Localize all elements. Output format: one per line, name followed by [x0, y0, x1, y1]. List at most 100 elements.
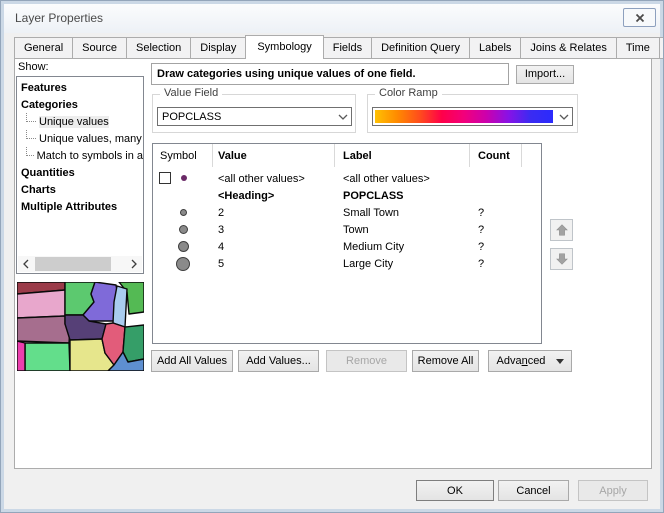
move-up-button[interactable]	[550, 219, 573, 241]
value-cell: <Heading>	[218, 187, 274, 204]
column-header-value[interactable]: Value	[213, 144, 335, 167]
all-other-values-checkbox[interactable]	[159, 172, 171, 184]
map-region	[123, 325, 144, 362]
tab-strip: General Source Selection Display Symbolo…	[14, 35, 664, 59]
tree-item-unique-values[interactable]: Unique values	[17, 113, 143, 130]
window-title: Layer Properties	[15, 11, 103, 25]
table-row[interactable]: <all other values> <all other values>	[153, 170, 541, 187]
chevron-down-icon[interactable]	[556, 108, 572, 125]
horizontal-scrollbar[interactable]	[18, 256, 142, 272]
value-field-value: POPCLASS	[158, 111, 335, 123]
map-preview	[17, 282, 144, 371]
symbol-cell[interactable]	[153, 170, 213, 187]
move-down-button[interactable]	[550, 248, 573, 270]
close-icon	[635, 13, 645, 23]
value-field-combobox[interactable]: POPCLASS	[157, 107, 352, 126]
cancel-button[interactable]: Cancel	[498, 480, 569, 501]
chevron-right-icon	[131, 259, 137, 269]
advanced-label: Advanced	[496, 355, 545, 367]
value-cell: <all other values>	[218, 170, 305, 187]
tree-item-charts[interactable]: Charts	[17, 181, 143, 198]
point-symbol[interactable]	[178, 241, 189, 252]
map-region	[17, 341, 25, 371]
column-header-symbol[interactable]: Symbol	[153, 144, 213, 167]
point-symbol[interactable]	[179, 225, 188, 234]
symbol-cell[interactable]	[153, 204, 213, 221]
value-field-caption: Value Field	[160, 87, 222, 99]
color-ramp-caption: Color Ramp	[375, 87, 442, 99]
remove-button[interactable]: Remove	[326, 350, 407, 372]
tree-item-unique-values-many[interactable]: Unique values, many	[17, 130, 143, 147]
label-cell: Medium City	[343, 238, 404, 255]
label-cell: POPCLASS	[343, 187, 404, 204]
point-symbol[interactable]	[180, 209, 187, 216]
tab-general[interactable]: General	[14, 37, 73, 59]
scroll-left-button[interactable]	[18, 256, 34, 272]
close-button[interactable]	[623, 8, 656, 27]
scrollbar-thumb[interactable]	[35, 257, 111, 271]
table-row[interactable]: 4 Medium City ?	[153, 238, 541, 255]
tree-elbow	[26, 113, 36, 122]
tree-item-match-symbols[interactable]: Match to symbols in a	[17, 147, 143, 164]
tree-elbow	[26, 147, 34, 156]
value-cell: 4	[218, 238, 224, 255]
label-cell: Large City	[343, 255, 393, 272]
label-cell: Town	[343, 221, 369, 238]
tab-labels[interactable]: Labels	[469, 37, 521, 59]
tab-definition-query[interactable]: Definition Query	[371, 37, 470, 59]
triangle-down-icon	[556, 359, 564, 364]
value-cell: 5	[218, 255, 224, 272]
map-region	[25, 343, 70, 371]
arrow-up-icon	[555, 223, 569, 237]
all-other-values-symbol[interactable]	[181, 175, 187, 181]
tab-html-popup[interactable]: HTML Popup	[659, 37, 664, 59]
point-symbol[interactable]	[176, 257, 190, 271]
tab-display[interactable]: Display	[190, 37, 246, 59]
remove-all-button[interactable]: Remove All	[412, 350, 479, 372]
apply-button[interactable]: Apply	[578, 480, 648, 501]
tree-item-multiple-attributes[interactable]: Multiple Attributes	[17, 198, 143, 215]
import-button[interactable]: Import...	[516, 65, 574, 84]
tree-item-categories[interactable]: Categories	[17, 96, 143, 113]
map-region	[17, 290, 65, 318]
add-all-values-button[interactable]: Add All Values	[151, 350, 233, 372]
title-bar: Layer Properties	[4, 4, 660, 33]
chevron-left-icon	[23, 259, 29, 269]
show-tree: Features Categories Unique values Unique…	[16, 76, 144, 274]
color-ramp-combobox[interactable]	[372, 107, 573, 126]
column-header-label[interactable]: Label	[335, 144, 470, 167]
table-row[interactable]: 5 Large City ?	[153, 255, 541, 273]
tab-fields[interactable]: Fields	[323, 37, 372, 59]
ok-button[interactable]: OK	[416, 480, 494, 501]
symbol-cell[interactable]	[153, 221, 213, 238]
arrow-down-icon	[555, 252, 569, 266]
tab-selection[interactable]: Selection	[126, 37, 191, 59]
scroll-right-button[interactable]	[126, 256, 142, 272]
chevron-down-icon[interactable]	[335, 114, 351, 120]
label-cell: Small Town	[343, 204, 399, 221]
unique-values-table: Symbol Value Label Count <all other valu…	[152, 143, 542, 344]
method-description: Draw categories using unique values of o…	[151, 63, 509, 85]
show-label: Show:	[18, 61, 49, 73]
tree-elbow	[26, 130, 36, 139]
value-cell: 2	[218, 204, 224, 221]
label-cell: <all other values>	[343, 170, 430, 187]
add-values-button[interactable]: Add Values...	[238, 350, 319, 372]
symbol-cell[interactable]	[153, 238, 213, 255]
table-row[interactable]: 3 Town ?	[153, 221, 541, 238]
tab-source[interactable]: Source	[72, 37, 127, 59]
tab-time[interactable]: Time	[616, 37, 660, 59]
tab-symbology[interactable]: Symbology	[245, 35, 323, 59]
count-cell: ?	[478, 255, 484, 272]
layer-properties-dialog: Layer Properties General Source Selectio…	[0, 0, 664, 513]
value-cell: 3	[218, 221, 224, 238]
map-region	[17, 316, 70, 343]
tree-item-quantities[interactable]: Quantities	[17, 164, 143, 181]
column-header-count[interactable]: Count	[470, 144, 522, 167]
table-row[interactable]: <Heading> POPCLASS	[153, 187, 541, 204]
tab-joins-relates[interactable]: Joins & Relates	[520, 37, 616, 59]
tree-item-features[interactable]: Features	[17, 79, 143, 96]
table-row[interactable]: 2 Small Town ?	[153, 204, 541, 221]
advanced-button[interactable]: Advanced	[488, 350, 572, 372]
symbol-cell[interactable]	[153, 255, 213, 273]
